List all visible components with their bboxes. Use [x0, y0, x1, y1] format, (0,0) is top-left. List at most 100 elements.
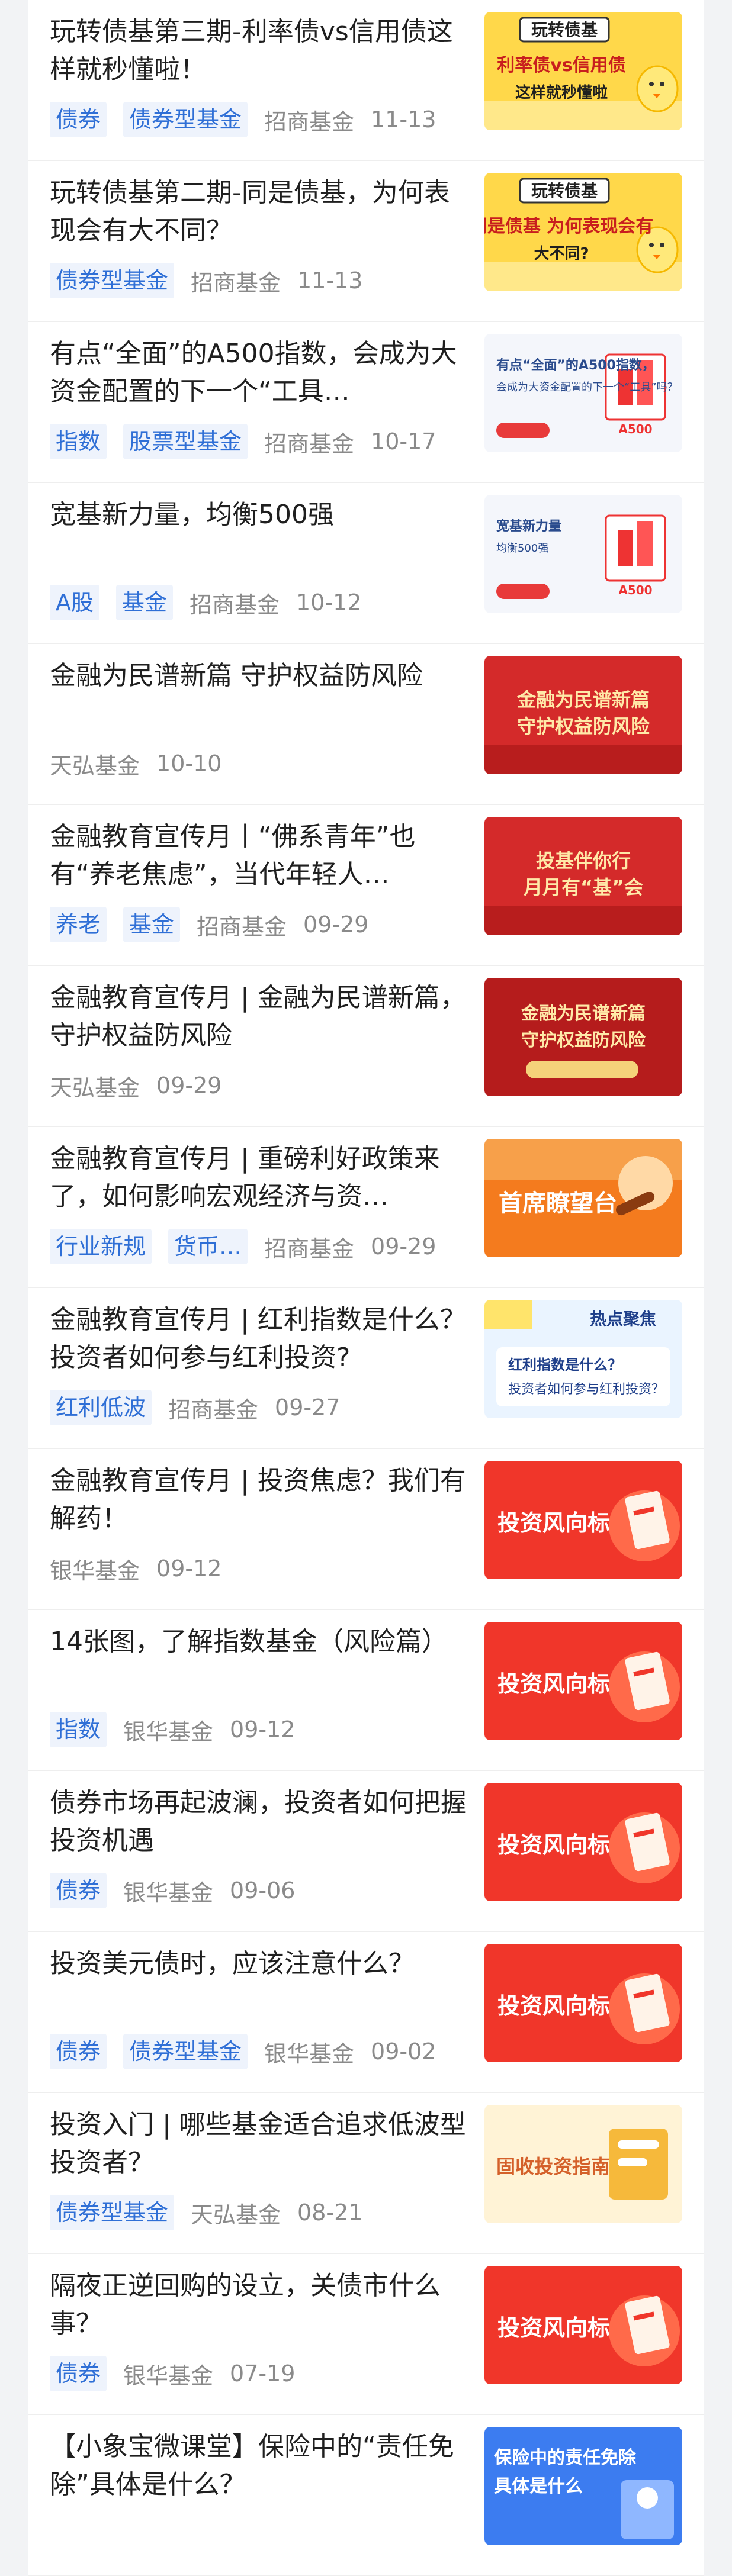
article-thumbnail[interactable]: 金融为民谱新篇 守护权益防风险: [484, 656, 682, 774]
article-tag[interactable]: 债券: [50, 2356, 107, 2391]
article-tag[interactable]: 养老: [50, 907, 107, 942]
article-item[interactable]: 金融为民谱新篇 守护权益防风险 天弘基金 10-10 金融为民谱新篇 守护权益防…: [28, 644, 704, 805]
thumb-headline: 同是债基 为何表现会有: [484, 216, 653, 237]
thumb-headline: 固收投资指南: [496, 2155, 610, 2178]
article-tag[interactable]: 指数: [50, 1712, 107, 1747]
article-source: 天弘基金: [50, 1074, 140, 1101]
article-title[interactable]: 债券市场再起波澜，投资者如何把握投资机遇: [50, 1784, 470, 1860]
thumb-subline: 守护权益防风险: [521, 1030, 646, 1051]
article-item[interactable]: 隔夜正逆回购的设立，关债市什么事？ 债券 银华基金 07-19 投资风向标: [28, 2254, 704, 2415]
article-title[interactable]: 宽基新力量，均衡500强: [50, 496, 470, 534]
article-date: 11-13: [371, 107, 436, 133]
article-title[interactable]: 金融教育宣传月 | 金融为民谱新篇，守护权益防风险: [50, 979, 470, 1055]
article-thumbnail[interactable]: 投基伴你行 月月有“基”会: [484, 817, 682, 935]
article-title[interactable]: 金融教育宣传月 | 重磅利好政策来了，如何影响宏观经济与资…: [50, 1140, 470, 1216]
article-thumbnail[interactable]: 保险中的责任免除 具体是什么: [484, 2427, 682, 2545]
article-item[interactable]: 金融教育宣传月 | 红利指数是什么？投资者如何参与红利投资? 红利低波 招商基金…: [28, 1288, 704, 1449]
thumb-headline: 利率债vs信用债: [497, 55, 625, 76]
article-title[interactable]: 【小象宝微课堂】保险中的“责任免除”具体是什么？: [50, 2428, 470, 2504]
article-item[interactable]: 14张图，了解指数基金（风险篇） 指数 银华基金 09-12 投资风向标: [28, 1610, 704, 1771]
thumb-headline: 投资风向标: [497, 2315, 610, 2341]
article-date: 10-12: [296, 590, 362, 616]
article-item[interactable]: 有点“全面”的A500指数，会成为大资金配置的下一个“工具… 指数 股票型基金 招…: [28, 322, 704, 483]
article-item[interactable]: 【小象宝微课堂】保险中的“责任免除”具体是什么？ 保险中的责任免除 具体是什么: [28, 2415, 704, 2576]
article-tag[interactable]: 债券: [50, 1873, 107, 1908]
article-tag[interactable]: 红利低波: [50, 1390, 152, 1425]
thumb-subline: 月月有“基”会: [524, 876, 643, 899]
article-source: 天弘基金: [191, 2201, 281, 2228]
article-thumbnail[interactable]: 固收投资指南: [484, 2105, 682, 2223]
article-thumbnail[interactable]: 玩转债基 同是债基 为何表现会有 大不同?: [484, 173, 682, 291]
article-tag[interactable]: A股: [50, 585, 99, 620]
article-thumbnail[interactable]: 投资风向标: [484, 1622, 682, 1740]
article-tag[interactable]: 债券: [50, 102, 107, 137]
article-title[interactable]: 投资美元债时，应该注意什么？: [50, 1945, 470, 1983]
thumb-subline: 守护权益防风险: [517, 715, 650, 738]
article-thumbnail[interactable]: 投资风向标: [484, 1783, 682, 1901]
article-source: 招商基金: [191, 269, 281, 296]
article-item[interactable]: 金融教育宣传月 | 重磅利好政策来了，如何影响宏观经济与资… 行业新规 货币… 招…: [28, 1127, 704, 1288]
article-meta: A股 基金 招商基金 10-12: [50, 585, 470, 620]
article-title[interactable]: 金融为民谱新篇 守护权益防风险: [50, 657, 470, 695]
thumb-headline: 宽基新力量: [496, 519, 561, 534]
article-tag[interactable]: 基金: [116, 585, 174, 620]
article-tag[interactable]: 基金: [123, 907, 181, 942]
article-source: 招商基金: [168, 1396, 259, 1423]
article-thumbnail[interactable]: 玩转债基 利率债vs信用债 这样就秒懂啦: [484, 12, 682, 130]
article-title[interactable]: 投资入门 | 哪些基金适合追求低波型投资者？: [50, 2106, 470, 2182]
article-item[interactable]: 金融教育宣传月 | 投资焦虑？我们有解药！ 银华基金 09-12 投资风向标: [28, 1449, 704, 1610]
article-thumbnail[interactable]: 投资风向标: [484, 1461, 682, 1579]
thumb-subline: 大不同?: [534, 245, 589, 263]
article-meta: 债券 债券型基金 银华基金 09-02: [50, 2034, 470, 2069]
article-title[interactable]: 玩转债基第三期-利率债vs信用债这样就秒懂啦！: [50, 13, 470, 89]
article-thumbnail[interactable]: 有点“全面”的A500指数， 会成为大资金配置的下一个“工具”吗？ A500: [484, 334, 682, 452]
article-item[interactable]: 宽基新力量，均衡500强 A股 基金 招商基金 10-12 宽基新力量 均衡500…: [28, 483, 704, 644]
article-thumbnail[interactable]: 热点聚焦 红利指数是什么？ 投资者如何参与红利投资？: [484, 1300, 682, 1418]
article-title[interactable]: 玩转债基第二期-同是债基，为何表现会有大不同？: [50, 174, 470, 250]
article-item[interactable]: 玩转债基第二期-同是债基，为何表现会有大不同？ 债券型基金 招商基金 11-13…: [28, 161, 704, 322]
article-tag[interactable]: 货币…: [168, 1229, 248, 1264]
article-source: 银华基金: [123, 2362, 214, 2389]
article-item[interactable]: 投资入门 | 哪些基金适合追求低波型投资者？ 债券型基金 天弘基金 08-21 …: [28, 2093, 704, 2254]
article-thumbnail[interactable]: 金融为民谱新篇 守护权益防风险: [484, 978, 682, 1096]
article-title[interactable]: 金融教育宣传月 | 红利指数是什么？投资者如何参与红利投资?: [50, 1301, 470, 1377]
article-thumbnail[interactable]: 首席瞭望台: [484, 1139, 682, 1257]
thumb-banner: 热点聚焦: [590, 1309, 656, 1329]
thumb-subline: 具体是什么: [494, 2476, 583, 2497]
thumb-subline: 这样就秒懂啦: [515, 83, 608, 102]
article-title[interactable]: 隔夜正逆回购的设立，关债市什么事？: [50, 2267, 470, 2343]
thumb-badge: A500: [618, 583, 652, 597]
thumb-headline: 有点“全面”的A500指数，: [496, 358, 655, 373]
article-title[interactable]: 14张图，了解指数基金（风险篇）: [50, 1623, 470, 1661]
article-meta: 债券 债券型基金 招商基金 11-13: [50, 102, 470, 137]
article-title[interactable]: 有点“全面”的A500指数，会成为大资金配置的下一个“工具…: [50, 335, 470, 411]
article-tag[interactable]: 债券型基金: [50, 263, 175, 298]
article-thumbnail[interactable]: 投资风向标: [484, 1944, 682, 2062]
article-tag[interactable]: 行业新规: [50, 1229, 152, 1264]
article-tag[interactable]: 指数: [50, 424, 107, 459]
article-tag[interactable]: 债券型基金: [123, 2034, 248, 2069]
article-item[interactable]: 债券市场再起波澜，投资者如何把握投资机遇 债券 银华基金 09-06 投资风向标: [28, 1771, 704, 1932]
article-source: 招商基金: [197, 913, 287, 940]
thumb-headline: 金融为民谱新篇: [521, 1003, 646, 1024]
article-thumbnail[interactable]: 投资风向标: [484, 2266, 682, 2384]
article-title[interactable]: 金融教育宣传月 | 投资焦虑？我们有解药！: [50, 1462, 470, 1538]
thumb-headline: 保险中的责任免除: [494, 2448, 637, 2468]
article-meta: 行业新规 货币… 招商基金 09-29: [50, 1229, 470, 1264]
thumb-headline: 首席瞭望台: [499, 1190, 617, 1217]
article-meta: 债券型基金 招商基金 11-13: [50, 263, 470, 298]
article-item[interactable]: 玩转债基第三期-利率债vs信用债这样就秒懂啦！ 债券 债券型基金 招商基金 11-…: [28, 0, 704, 161]
article-title[interactable]: 金融教育宣传月丨“佛系青年”也有“养老焦虑”，当代年轻人…: [50, 818, 470, 894]
article-item[interactable]: 投资美元债时，应该注意什么？ 债券 债券型基金 银华基金 09-02 投资风向标: [28, 1932, 704, 2093]
article-meta: 养老 基金 招商基金 09-29: [50, 907, 470, 942]
article-tag[interactable]: 债券: [50, 2034, 107, 2069]
article-thumbnail[interactable]: 宽基新力量 均衡500强 A500: [484, 495, 682, 613]
article-date: 09-29: [371, 1234, 436, 1260]
article-item[interactable]: 金融教育宣传月丨“佛系青年”也有“养老焦虑”，当代年轻人… 养老 基金 招商基金 …: [28, 805, 704, 966]
thumb-headline: 红利指数是什么？: [508, 1357, 622, 1373]
article-tag[interactable]: 股票型基金: [123, 424, 248, 459]
article-tag[interactable]: 债券型基金: [123, 102, 248, 137]
article-tag[interactable]: 债券型基金: [50, 2195, 175, 2230]
article-item[interactable]: 金融教育宣传月 | 金融为民谱新篇，守护权益防风险 天弘基金 09-29 金融为…: [28, 966, 704, 1127]
article-source: 银华基金: [123, 1879, 214, 1906]
